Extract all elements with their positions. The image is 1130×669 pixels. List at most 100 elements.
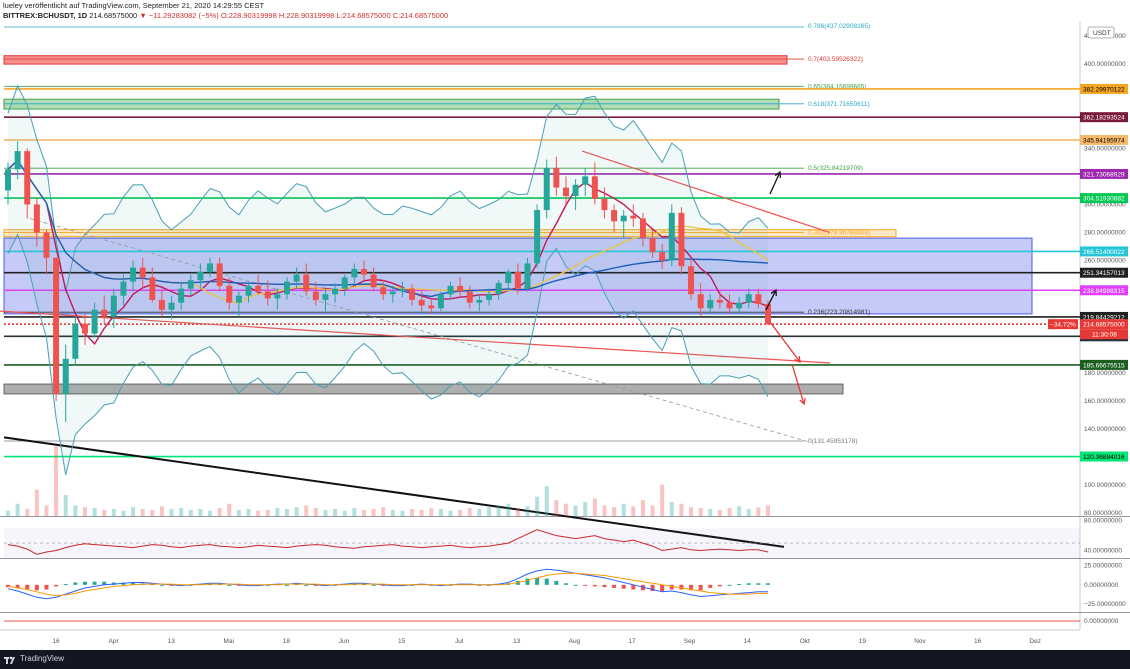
candle-body [139, 267, 146, 278]
candle-body [197, 271, 204, 281]
candle-body [457, 285, 464, 292]
macd-histogram-bar [159, 584, 164, 586]
volume-bar [140, 509, 145, 516]
candle-body [486, 294, 493, 300]
symbol-name: BITTREX:BCHUSDT, 1D [3, 11, 88, 20]
candle-body [168, 302, 175, 310]
candle-body [534, 210, 541, 264]
candle-body [707, 299, 714, 309]
candle-body [476, 299, 483, 303]
fib-label: 0.618(371.71650611) [808, 101, 870, 108]
macd-histogram-bar [612, 584, 617, 588]
time-axis-label: 14 [744, 638, 752, 645]
candle-body [101, 309, 108, 317]
candle-body [409, 288, 416, 300]
candle-body [33, 204, 40, 233]
candle-body [264, 291, 271, 299]
candle-body [245, 285, 252, 296]
macd-histogram-bar [554, 580, 559, 585]
volume-bar [746, 509, 751, 516]
candle-body [726, 302, 733, 309]
volume-bar [467, 508, 472, 516]
volume-bar [25, 509, 30, 516]
candle-body [235, 295, 242, 303]
volume-bar [400, 510, 405, 516]
macd-axis-tick: 0.00000000 [1084, 582, 1119, 589]
chart-canvas[interactable]: 0.786(437.02908165)0.7(403.59526322)0.65… [0, 22, 1130, 650]
volume-bar [275, 508, 280, 516]
macd-histogram-bar [669, 584, 674, 590]
price-tag-label: 345.94195974 [1083, 137, 1125, 144]
price-axis-tick: 280.00000000 [1084, 230, 1126, 237]
fib-label: 0.5(325.84219709) [808, 165, 863, 172]
volume-bar [111, 509, 116, 516]
volume-bar [410, 509, 415, 516]
candle-body [91, 309, 98, 334]
macd-histogram-bar [660, 584, 665, 592]
macd-histogram-bar [592, 584, 597, 587]
candle-body [562, 187, 569, 197]
volume-bar [756, 507, 761, 516]
fib-label: 0.382(279.96788808) [808, 230, 870, 237]
candle-body [255, 285, 262, 292]
candle-body [466, 291, 473, 303]
volume-bar [150, 509, 155, 516]
price-tag-label: 362.18293524 [1083, 115, 1125, 122]
macd-histogram-bar [44, 584, 49, 590]
candle-body [611, 210, 618, 222]
volume-bar [612, 507, 617, 516]
candle-body [697, 294, 704, 309]
fib-label: 0.7(403.59526322) [808, 56, 863, 63]
price-tag-label: 251.34157013 [1083, 270, 1125, 277]
macd-histogram-bar [717, 584, 722, 587]
volume-bar [73, 505, 78, 516]
volume-bar [766, 505, 770, 516]
price-tag-label: 304.51930882 [1083, 196, 1125, 203]
candle-body [120, 281, 127, 296]
macd-histogram-bar [63, 584, 68, 586]
volume-bar [169, 509, 174, 516]
volume-bar [448, 510, 453, 516]
volume-bar [34, 489, 39, 516]
candle-body [312, 291, 319, 300]
macd-histogram-bar [679, 584, 684, 590]
rsi-axis-tick: 80.00000000 [1084, 518, 1122, 525]
candle-body [53, 257, 60, 394]
macd-histogram-bar [746, 583, 751, 585]
candle-body [370, 274, 377, 288]
candle-body [14, 151, 21, 170]
time-axis-label: Aug [569, 638, 581, 645]
volume-bar [342, 510, 347, 516]
volume-bar [179, 508, 184, 516]
candle-body [736, 302, 743, 309]
macd-histogram-bar [284, 584, 289, 586]
macd-axis-tick: 25.00000000 [1084, 562, 1122, 569]
time-axis-label: 19 [859, 638, 867, 645]
candle-body [149, 277, 156, 300]
last-price: 214.68575000 [89, 11, 138, 20]
currency-badge-label: USDT [1093, 30, 1111, 37]
time-axis-label: Okt [800, 638, 810, 645]
candle-body [399, 288, 406, 292]
resistance-zone-red [3, 55, 788, 65]
candle-body [437, 294, 444, 309]
candle-body [178, 288, 185, 303]
time-axis-label: 13 [513, 638, 521, 645]
candle-body [524, 263, 531, 289]
candle-body [5, 169, 11, 191]
price-change: −11.29283082 (−5%) [148, 11, 219, 20]
volume-bar [371, 509, 376, 516]
macd-histogram-bar [227, 584, 232, 586]
volume-bar [583, 502, 588, 516]
candle-body [745, 294, 752, 303]
volume-bar [487, 507, 492, 516]
price-axis-tick: 80.00000000 [1084, 510, 1122, 517]
volume-bar [698, 508, 703, 516]
candle-body [187, 280, 194, 289]
candle-body [274, 294, 281, 299]
macd-histogram-bar [727, 584, 732, 586]
candle-body [72, 323, 79, 359]
lower-pane-axis-tick: 0.00000000 [1084, 618, 1119, 625]
countdown-label: 11:30:08 [1092, 332, 1117, 339]
candle-body [678, 212, 685, 267]
